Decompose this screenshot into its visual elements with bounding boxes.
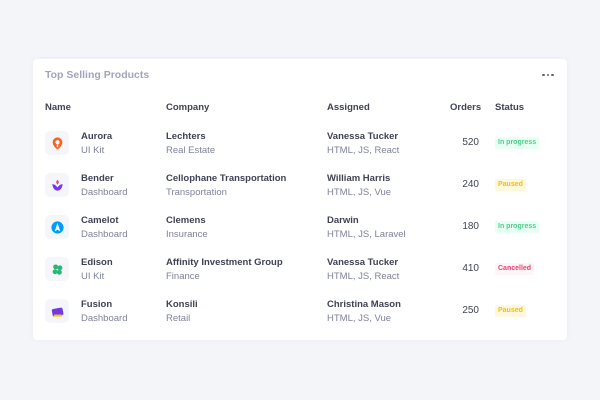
status-badge: Paused [495, 179, 526, 191]
assignee-skills: HTML, JS, Laravel [327, 229, 406, 240]
company-name[interactable]: Cellophane Transportation [166, 173, 286, 184]
product-type: Dashboard [81, 229, 128, 240]
company-industry: Real Estate [166, 145, 216, 156]
assignee-name[interactable]: William Harris [327, 173, 390, 184]
assignee-skills: HTML, JS, React [327, 145, 400, 156]
orders-count: 410 [462, 263, 479, 274]
status-badge: In progress [495, 137, 540, 149]
camelot-logo-icon [45, 215, 69, 239]
orders-count: 240 [462, 179, 479, 190]
column-header-company[interactable]: Company [166, 102, 209, 113]
product-name[interactable]: Camelot [81, 215, 118, 226]
product-type: Dashboard [81, 187, 128, 198]
aurora-logo-icon [45, 131, 69, 155]
product-type: Dashboard [81, 313, 128, 324]
bender-logo-icon [45, 173, 69, 197]
dot [542, 73, 545, 77]
company-name[interactable]: Konsili [166, 299, 198, 310]
table-row[interactable]: Fusion Dashboard Konsili Retail Christin… [33, 291, 567, 333]
table-row[interactable]: Aurora UI Kit Lechters Real Estate Vanes… [33, 123, 567, 165]
more-options-button[interactable] [541, 70, 555, 80]
column-header-name[interactable]: Name [45, 102, 71, 113]
assignee-name[interactable]: Vanessa Tucker [327, 257, 398, 268]
table-row[interactable]: Camelot Dashboard Clemens Insurance Darw… [33, 207, 567, 249]
product-name[interactable]: Edison [81, 257, 113, 268]
assignee-name[interactable]: Christina Mason [327, 299, 401, 310]
status-badge: In progress [495, 221, 540, 233]
company-industry: Retail [166, 313, 191, 324]
column-header-status[interactable]: Status [495, 102, 524, 113]
product-type: UI Kit [81, 271, 105, 282]
table-row[interactable]: Bender Dashboard Cellophane Transportati… [33, 165, 567, 207]
company-industry: Transportation [166, 187, 227, 198]
edison-logo-icon [45, 257, 69, 281]
card-title: Top Selling Products [45, 69, 150, 81]
company-industry: Insurance [166, 229, 208, 240]
company-name[interactable]: Lechters [166, 131, 206, 142]
top-selling-products-card: Top Selling Products Name Company Assign… [33, 59, 567, 340]
company-industry: Finance [166, 271, 200, 282]
assignee-skills: HTML, JS, React [327, 271, 400, 282]
column-header-assigned[interactable]: Assigned [327, 102, 370, 113]
fusion-logo-icon [45, 299, 69, 323]
assignee-name[interactable]: Vanessa Tucker [327, 131, 398, 142]
company-name[interactable]: Clemens [166, 215, 206, 226]
orders-count: 180 [462, 221, 479, 232]
product-name[interactable]: Bender [81, 173, 114, 184]
product-name[interactable]: Aurora [81, 131, 112, 142]
status-badge: Paused [495, 305, 526, 317]
orders-count: 250 [462, 305, 479, 316]
dot [551, 73, 554, 77]
status-badge: Cancelled [495, 263, 535, 275]
assignee-name[interactable]: Darwin [327, 215, 359, 226]
dot [546, 73, 550, 77]
orders-count: 520 [462, 137, 479, 148]
product-type: UI Kit [81, 145, 105, 156]
column-header-orders[interactable]: Orders [450, 102, 481, 113]
company-name[interactable]: Affinity Investment Group [166, 257, 283, 268]
product-name[interactable]: Fusion [81, 299, 112, 310]
assignee-skills: HTML, JS, Vue [327, 313, 392, 324]
table-row[interactable]: Edison UI Kit Affinity Investment Group … [33, 249, 567, 291]
assignee-skills: HTML, JS, Vue [327, 187, 392, 198]
